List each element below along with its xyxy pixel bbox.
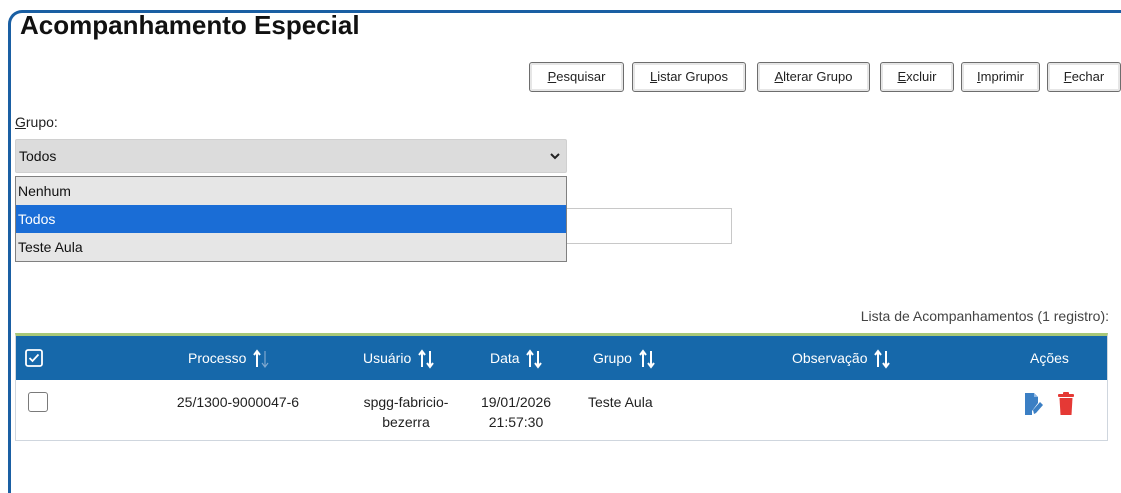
column-header-data[interactable]: Data: [490, 336, 543, 380]
acompanhamentos-table: Processo Usuário Data Grupo Observação A…: [15, 333, 1108, 441]
grupo-option[interactable]: Nenhum: [16, 177, 566, 205]
column-header-acoes: Ações: [1030, 350, 1069, 366]
sort-arrows-icon: [874, 349, 891, 369]
table-row: 25/1300-9000047-6 spgg-fabricio- bezerra…: [16, 380, 1107, 440]
alterar-grupo-button[interactable]: Alterar Grupo: [757, 62, 870, 92]
table-header: Processo Usuário Data Grupo Observação A…: [16, 336, 1107, 380]
sort-arrows-icon: [526, 349, 543, 369]
cell-data: 19/01/2026 21:57:30: [480, 394, 552, 430]
row-checkbox[interactable]: [28, 392, 48, 412]
grupo-select[interactable]: Todos: [15, 139, 567, 173]
edit-document-icon[interactable]: [1023, 392, 1043, 416]
column-header-usuario[interactable]: Usuário: [363, 336, 434, 380]
page-title: Acompanhamento Especial: [20, 10, 360, 40]
grupo-select-value: Todos: [19, 148, 57, 164]
grupo-label: Grupo:: [15, 114, 58, 130]
trash-icon[interactable]: [1057, 392, 1075, 416]
grupo-option-selected[interactable]: Todos: [16, 205, 566, 233]
imprimir-button[interactable]: Imprimir: [961, 62, 1040, 92]
fechar-button[interactable]: Fechar: [1047, 62, 1121, 92]
pesquisar-button[interactable]: Pesquisar: [529, 62, 624, 92]
sort-arrows-icon: [418, 349, 434, 369]
search-input[interactable]: [567, 208, 732, 244]
column-header-processo[interactable]: Processo: [188, 336, 269, 380]
cell-usuario: spgg-fabricio- bezerra: [363, 394, 449, 430]
sort-arrows-icon: [253, 349, 269, 369]
listar-grupos-button[interactable]: Listar Grupos: [632, 62, 746, 92]
cell-processo[interactable]: 25/1300-9000047-6: [158, 392, 318, 412]
checkbox-checked-icon[interactable]: [25, 349, 43, 367]
cell-grupo: Teste Aula: [588, 394, 653, 410]
column-header-grupo[interactable]: Grupo: [593, 336, 655, 380]
grupo-dropdown-list: Nenhum Todos Teste Aula: [15, 176, 567, 262]
table-caption: Lista de Acompanhamentos (1 registro):: [860, 308, 1109, 324]
column-header-observacao[interactable]: Observação: [792, 336, 891, 380]
grupo-option[interactable]: Teste Aula: [16, 233, 566, 261]
sort-arrows-icon: [639, 349, 655, 369]
excluir-button[interactable]: Excluir: [880, 62, 954, 92]
chevron-down-icon: [550, 153, 560, 160]
